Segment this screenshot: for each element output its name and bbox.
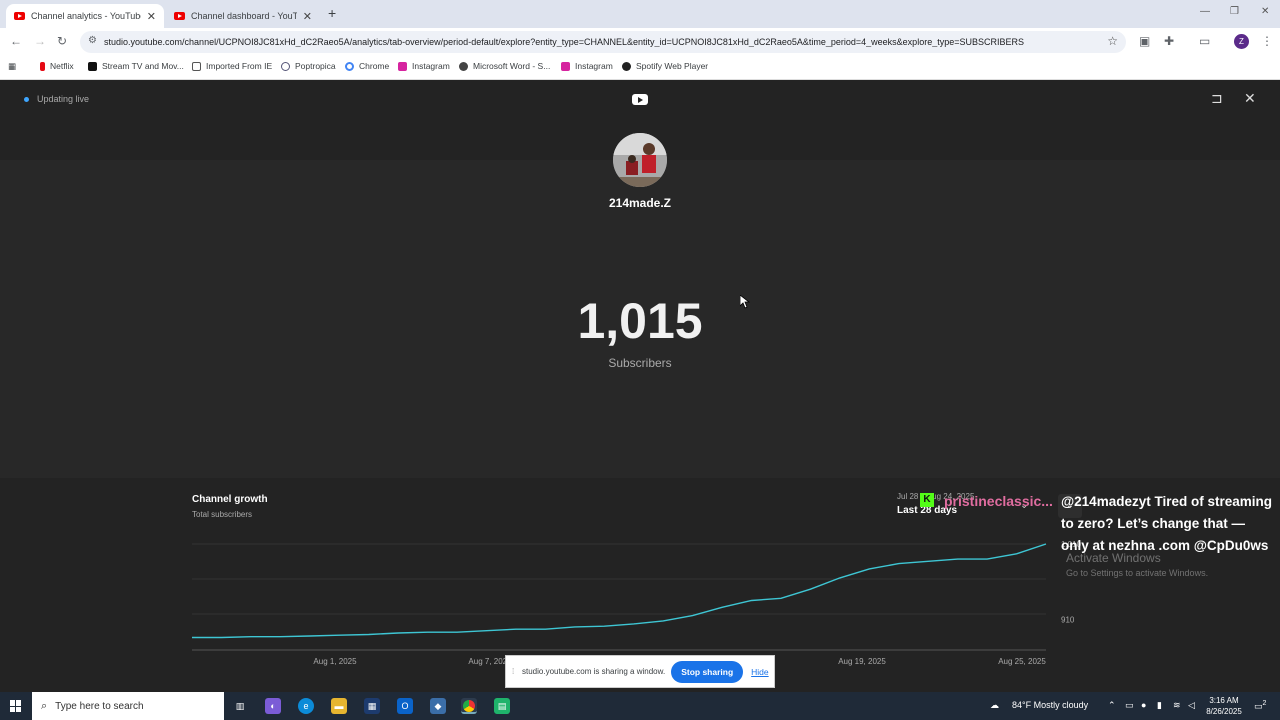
tray-status-icon[interactable]: ● [1141, 700, 1146, 710]
x-tick-label: Aug 1, 2025 [313, 657, 357, 666]
taskbar-clock[interactable]: 3:16 AM 8/26/2025 [1204, 695, 1244, 717]
copilot-icon[interactable]: ◐ [265, 698, 281, 714]
notification-count: 2 [1262, 700, 1267, 707]
volume-icon[interactable]: ◁ [1188, 700, 1195, 711]
hide-link[interactable]: Hide [751, 667, 768, 677]
chrome-icon[interactable] [461, 698, 477, 714]
x-tick-label: Aug 19, 2025 [838, 657, 886, 666]
clock-date: 8/26/2025 [1206, 707, 1242, 716]
task-view-icon[interactable]: ▥ [232, 698, 248, 714]
outlook-icon[interactable]: O [397, 698, 413, 714]
clock-time: 3:16 AM [1209, 696, 1239, 705]
notification-icon[interactable]: ▭2 [1254, 700, 1266, 712]
activate-windows-title: Activate Windows [1066, 551, 1161, 565]
windows-start-icon[interactable] [10, 700, 22, 712]
tray-app-icon[interactable]: ▭ [1125, 700, 1134, 711]
drag-handle-icon[interactable]: ⁞ [512, 667, 518, 676]
x-tick-label: Aug 25, 2025 [998, 657, 1046, 666]
weather-text[interactable]: 84°F Mostly cloudy [1012, 700, 1088, 710]
app-green-icon[interactable]: ▤ [494, 698, 510, 714]
screen: Channel analytics - YouTube St ✕ Channel… [0, 0, 1280, 720]
windows-taskbar: ⌕ Type here to search ▥ ◐ e ▬ ▦ O ◆ ▤ ☁ … [0, 692, 1280, 720]
chat-username: pristineclassic... [944, 493, 1053, 509]
activate-windows-sub: Go to Settings to activate Windows. [1066, 568, 1209, 578]
wifi-icon[interactable]: ≋ [1173, 700, 1181, 711]
chevron-up-icon[interactable]: ⌃ [1108, 700, 1116, 711]
search-placeholder: Type here to search [55, 700, 144, 712]
app-icon[interactable]: ◆ [430, 698, 446, 714]
kick-badge-icon: K [920, 493, 934, 507]
screen-share-bar: ⁞ studio.youtube.com is sharing a window… [505, 655, 775, 688]
store-icon[interactable]: ▦ [364, 698, 380, 714]
growth-chart: Aug 1, 2025Aug 7, 2025Aug 13, 2025Aug 19… [192, 540, 1082, 666]
edge-icon[interactable]: e [298, 698, 314, 714]
share-message: studio.youtube.com is sharing a window. [522, 667, 666, 676]
microphone-icon[interactable]: ▮ [1157, 700, 1162, 711]
weather-icon[interactable]: ☁ [990, 700, 999, 711]
search-icon: ⌕ [41, 699, 48, 712]
chat-message: @214madezyt Tired of streaming to zero? … [1061, 494, 1272, 553]
subscriber-line [192, 543, 1047, 639]
file-explorer-icon[interactable]: ▬ [331, 698, 347, 714]
taskbar-search[interactable]: ⌕ Type here to search [32, 692, 224, 720]
stop-sharing-button[interactable]: Stop sharing [671, 660, 744, 683]
y-tick-label: 910 [1061, 615, 1075, 624]
